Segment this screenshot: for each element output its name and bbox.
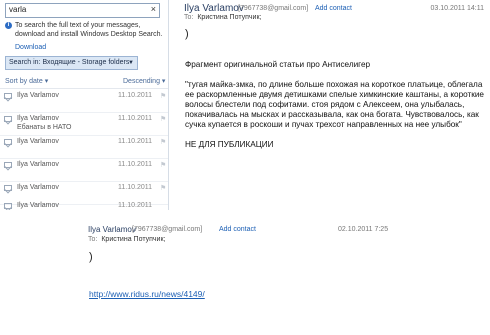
message-subject: ) (89, 251, 93, 263)
search-input-value: varla (9, 5, 27, 14)
to-label: To: (88, 236, 98, 243)
add-contact-link[interactable]: Add contact (315, 5, 352, 12)
recipient-name[interactable]: Кристина Потупчик; (197, 14, 261, 21)
top-screenshot: varla × i To search the full text of you… (0, 0, 490, 210)
message-subject: Ебанаты в НАТО (17, 124, 72, 131)
envelope-icon (4, 93, 12, 99)
message-date: 11.10.2011 (118, 161, 152, 168)
search-results-pane: varla × i To search the full text of you… (0, 0, 169, 210)
sort-by-button[interactable]: Sort by date ▾ (5, 77, 48, 85)
body-paragraph: Фрагмент оригинальной статьи про Антисел… (185, 60, 371, 69)
message-date: 11.10.2011 (118, 92, 152, 99)
message-sender: Ilya Varlamov (17, 202, 59, 209)
clear-search-icon[interactable]: × (151, 4, 156, 14)
to-label: To: (184, 14, 194, 21)
flag-icon[interactable]: ⚑ (160, 115, 166, 123)
message-sender: Ilya Varlamov (17, 138, 59, 145)
envelope-icon (4, 116, 12, 122)
message-sender: Ilya Varlamov (17, 161, 59, 168)
bottom-screenshot: Ilya Varlamov [7967738@gmail.com] Add co… (80, 215, 410, 335)
search-in-label: Search in: Входящие - Storage folders (9, 59, 130, 66)
message-sender: Ilya Varlamov (17, 184, 59, 191)
envelope-icon (4, 185, 12, 191)
sort-bar: Sort by date ▾ Descending ▾ (0, 74, 168, 89)
add-contact-link[interactable]: Add contact (219, 226, 256, 233)
recipient-line: To: Кристина Потупчик; (88, 236, 165, 243)
desktop-search-notice-text: To search the full text of your messages… (15, 22, 163, 38)
chevron-down-icon: ▼ (128, 60, 134, 66)
info-icon: i (5, 22, 12, 29)
search-input[interactable]: varla × (5, 3, 160, 18)
message-list-item[interactable]: Ilya Varlamov 11.10.2011 (0, 200, 168, 210)
message-date: 11.10.2011 (118, 202, 152, 209)
message-sender: Ilya Varlamov (17, 115, 59, 122)
message-list-item[interactable]: Ilya Varlamov 11.10.2011 Ебанаты в НАТО … (0, 113, 168, 136)
reading-pane: Ilya Varlamov [7967738@gmail.com] Add co… (172, 0, 490, 210)
sort-order-button[interactable]: Descending ▾ (123, 77, 165, 85)
message-date: 03.10.2011 14:11 (430, 5, 484, 12)
chevron-down-icon: ▾ (161, 78, 166, 85)
sender-name[interactable]: Ilya Varlamov (88, 225, 136, 234)
message-date: 11.10.2011 (118, 115, 152, 122)
message-date: 11.10.2011 (118, 184, 152, 191)
message-list-item[interactable]: Ilya Varlamov 11.10.2011 ⚑ (0, 136, 168, 159)
message-date: 02.10.2011 7:25 (338, 226, 389, 233)
flag-icon[interactable]: ⚑ (160, 184, 166, 192)
body-paragraph: "тугая майка-змка, по длине больше похож… (185, 80, 484, 129)
flag-icon[interactable]: ⚑ (160, 161, 166, 169)
message-subject: ) (185, 28, 189, 40)
news-link[interactable]: http://www.ridus.ru/news/4149/ (89, 289, 205, 299)
flag-icon[interactable]: ⚑ (160, 138, 166, 146)
message-list-item[interactable]: Ilya Varlamov 11.10.2011 ⚑ (0, 90, 168, 113)
sender-name[interactable]: Ilya Varlamov (184, 3, 244, 14)
flag-icon[interactable]: ⚑ (160, 92, 166, 100)
recipient-line: To: Кристина Потупчик; (184, 14, 261, 21)
recipient-name[interactable]: Кристина Потупчик; (101, 236, 165, 243)
message-sender: Ilya Varlamov (17, 92, 59, 99)
sender-email: [7967738@gmail.com] (238, 5, 309, 12)
sender-email: [7967738@gmail.com] (132, 226, 203, 233)
envelope-icon (4, 162, 12, 168)
envelope-icon (4, 203, 12, 209)
envelope-icon (4, 139, 12, 145)
search-in-dropdown[interactable]: Search in: Входящие - Storage folders ▼ (5, 56, 138, 70)
message-list-item[interactable]: Ilya Varlamov 11.10.2011 ⚑ (0, 159, 168, 182)
chevron-down-icon: ▾ (44, 78, 49, 85)
message-body: Фрагмент оригинальной статьи про Антисел… (185, 60, 485, 160)
body-paragraph: НЕ ДЛЯ ПУБЛИКАЦИИ (185, 140, 274, 149)
download-link[interactable]: Download (15, 44, 46, 51)
message-date: 11.10.2011 (118, 138, 152, 145)
